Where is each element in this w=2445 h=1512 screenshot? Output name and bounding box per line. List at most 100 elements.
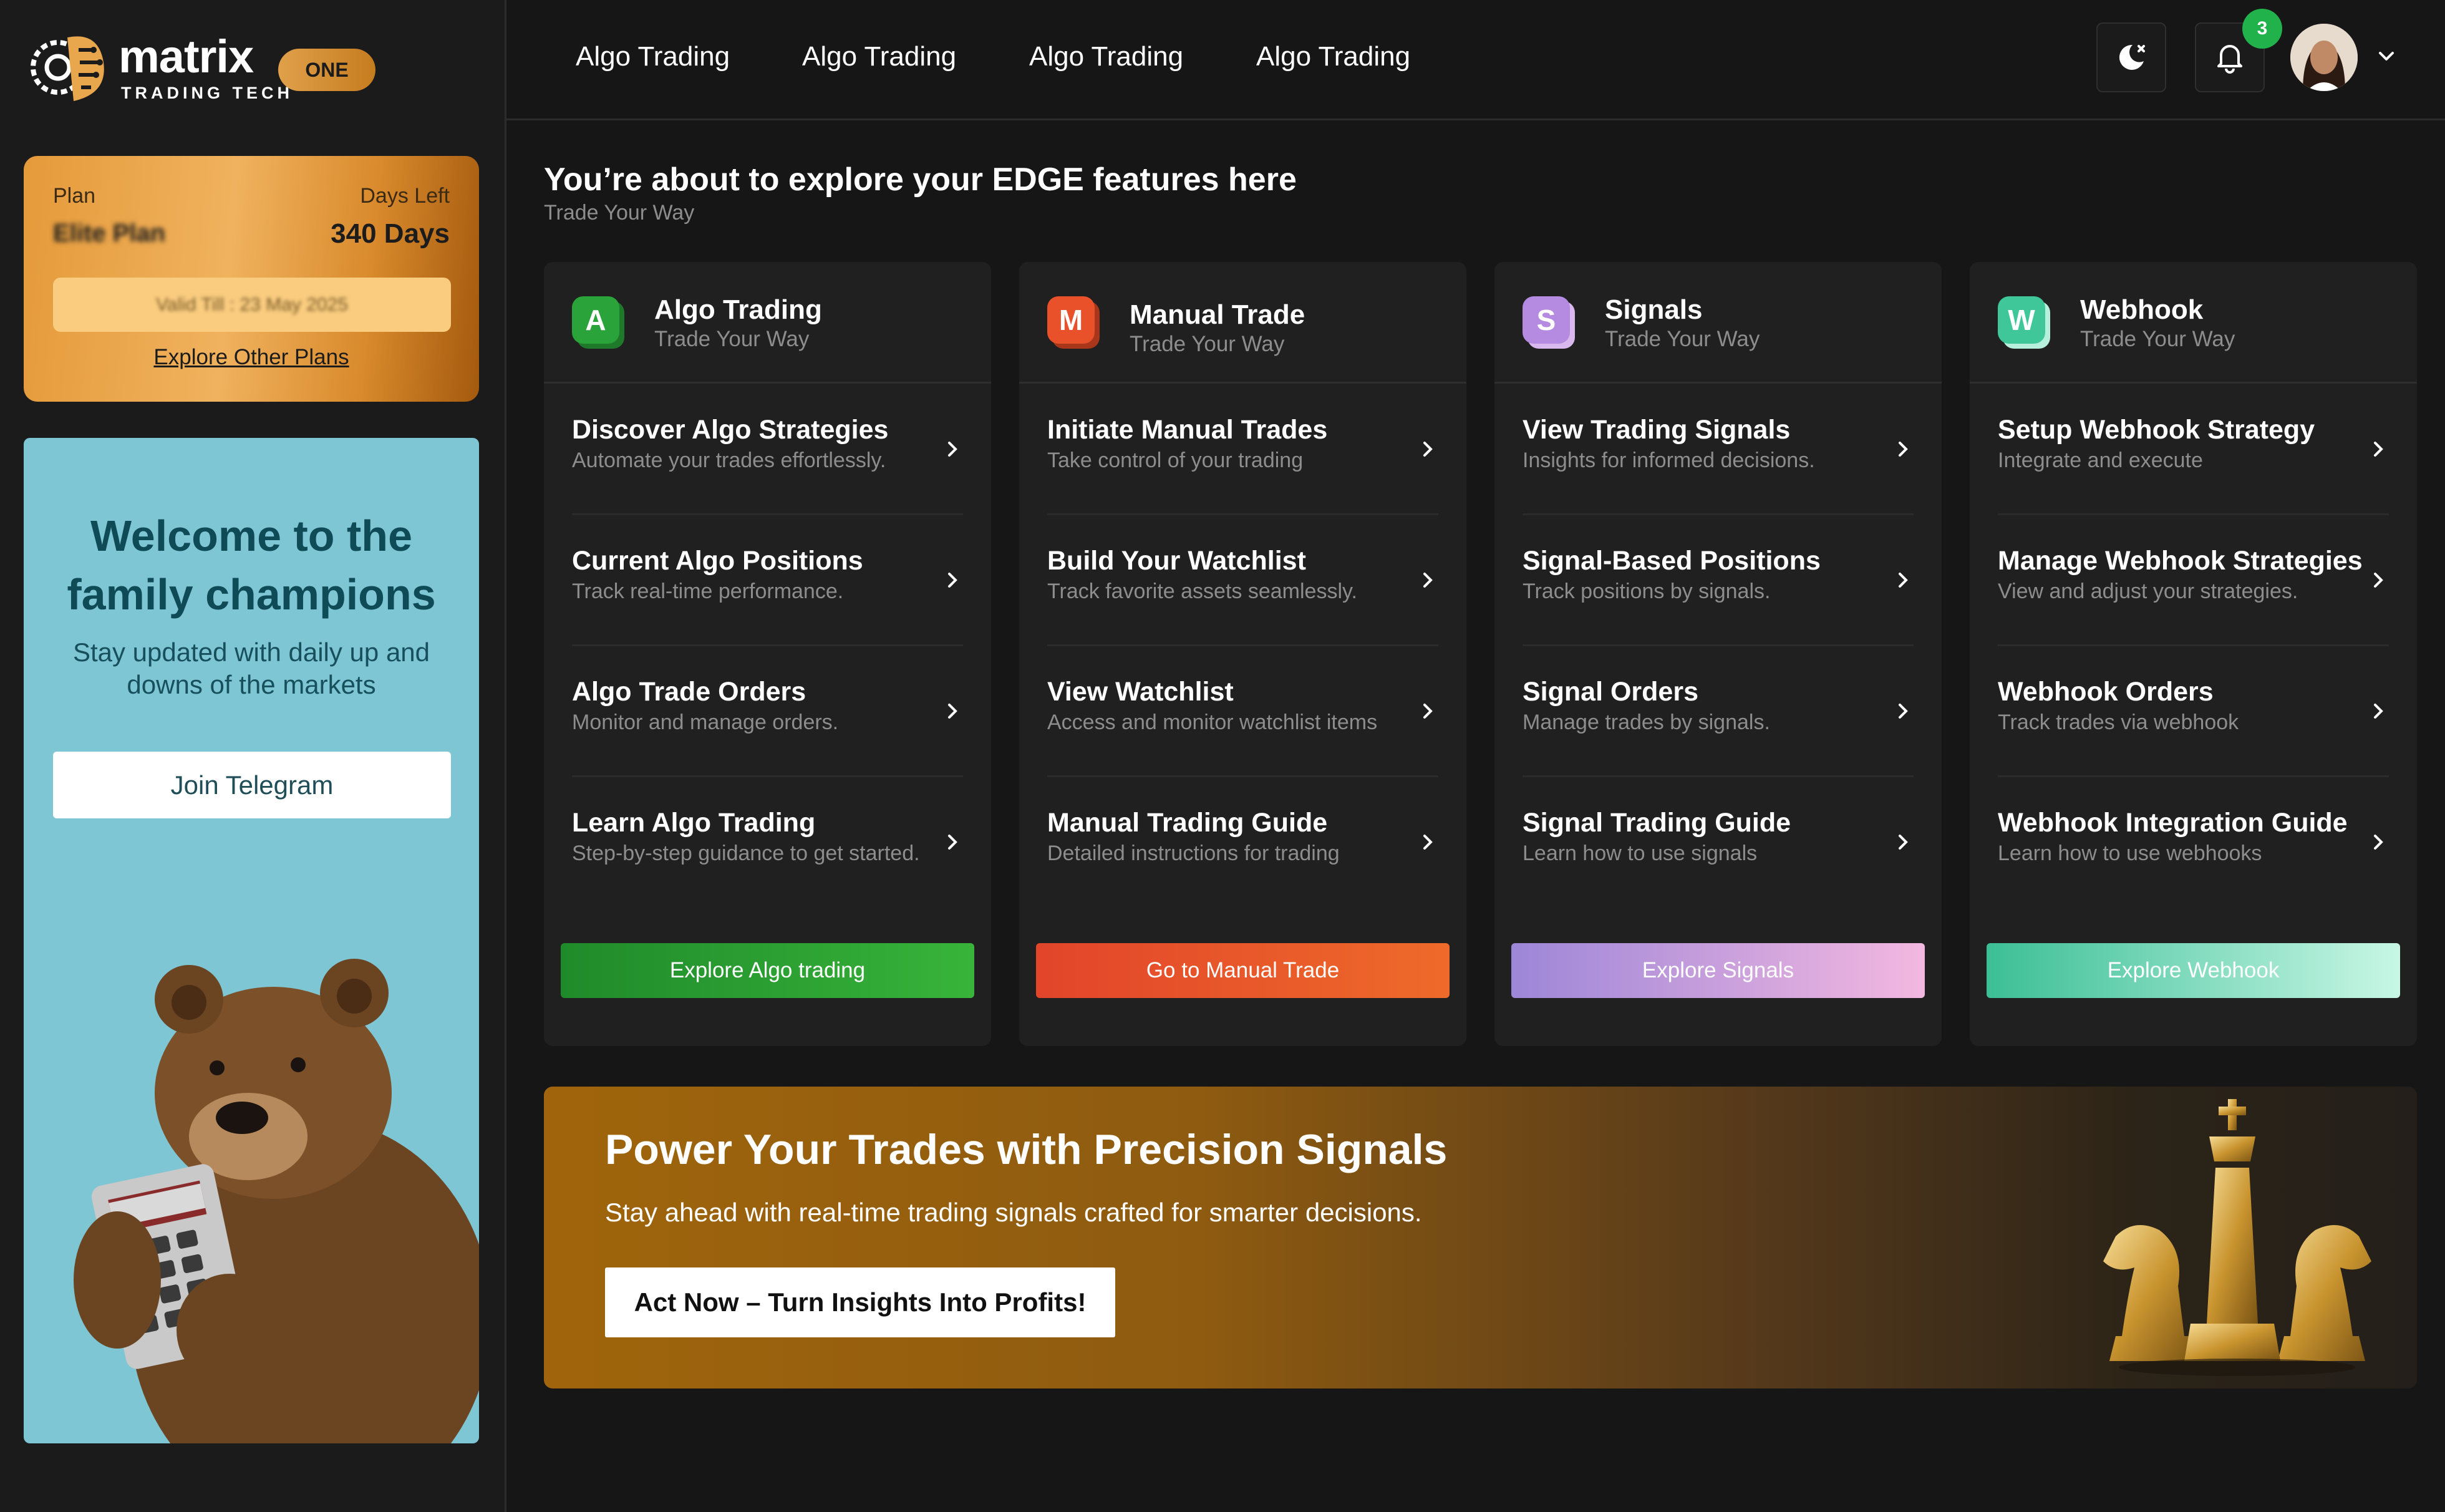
row-title: Manage Webhook Strategies — [1998, 546, 2363, 576]
page-subtitle: Trade Your Way — [544, 201, 695, 225]
brand-badge: ONE — [278, 49, 375, 91]
row-title: Discover Algo Strategies — [572, 415, 889, 445]
row-title: Learn Algo Trading — [572, 808, 816, 838]
svg-text:M: M — [1059, 304, 1083, 336]
row-title: Signal Trading Guide — [1523, 808, 1791, 838]
go-to-manual-trade-button[interactable]: Go to Manual Trade — [1036, 943, 1450, 998]
brand-logo[interactable]: matrix TRADING TECH ONE — [24, 25, 375, 109]
days-left-value: 340 Days — [331, 218, 450, 249]
join-telegram-button[interactable]: Join Telegram — [53, 752, 451, 818]
valid-till-text: Valid Till : 23 May 2025 — [156, 294, 348, 315]
chevron-right-icon — [2374, 573, 2383, 588]
nav-item-algo-trading-2[interactable]: Algo Trading — [802, 41, 956, 72]
row-subtitle: Monitor and manage orders. — [572, 710, 839, 734]
row-subtitle: Track trades via webhook — [1998, 710, 2239, 734]
feature-row-webhook-integration-guide[interactable]: Webhook Integration Guide Learn how to u… — [1998, 777, 2389, 906]
chevron-right-icon — [948, 704, 957, 719]
row-subtitle: Access and monitor watchlist items — [1047, 710, 1378, 734]
chess-pieces-illustration — [2103, 1099, 2371, 1376]
chevron-right-icon — [1423, 573, 1433, 588]
feature-row-algo-trade-orders[interactable]: Algo Trade Orders Monitor and manage ord… — [572, 646, 963, 777]
notification-count-badge: 3 — [2242, 9, 2282, 49]
plan-label: Plan — [53, 184, 96, 208]
row-subtitle: Step-by-step guidance to get started. — [572, 841, 920, 865]
theme-toggle-button[interactable] — [2096, 22, 2166, 92]
chevron-right-icon — [1899, 442, 1908, 457]
feature-row-learn-algo-trading[interactable]: Learn Algo Trading Step-by-step guidance… — [572, 777, 963, 906]
row-title: Current Algo Positions — [572, 546, 863, 576]
card-title: Algo Trading — [654, 294, 822, 325]
row-title: Manual Trading Guide — [1047, 808, 1328, 838]
feature-row-signal-trading-guide[interactable]: Signal Trading Guide Learn how to use si… — [1523, 777, 1914, 906]
card-header: M Manual Trade Trade Your Way — [1019, 262, 1466, 384]
precision-signals-banner: Power Your Trades with Precision Signals… — [544, 1087, 2417, 1388]
row-subtitle: Take control of your trading — [1047, 448, 1304, 472]
feature-row-current-algo-positions[interactable]: Current Algo Positions Track real-time p… — [572, 515, 963, 646]
moon-icon — [2119, 44, 2145, 70]
chevron-down-icon[interactable] — [2374, 44, 2399, 69]
feature-card-algo-trading: A Algo Trading Trade Your Way Discover A… — [544, 262, 991, 1046]
explore-other-plans-link[interactable]: Explore Other Plans — [24, 345, 479, 370]
chevron-right-icon — [948, 835, 957, 850]
chevron-right-icon — [2374, 442, 2383, 457]
card-header: A Algo Trading Trade Your Way — [544, 262, 991, 384]
feature-row-view-watchlist[interactable]: View Watchlist Access and monitor watchl… — [1047, 646, 1438, 777]
feature-row-webhook-orders[interactable]: Webhook Orders Track trades via webhook — [1998, 646, 2389, 777]
gear-brain-logo-icon — [31, 36, 104, 101]
chevron-right-icon — [948, 573, 957, 588]
feature-card-signals: S Signals Trade Your Way View Trading Si… — [1494, 262, 1942, 1046]
user-avatar-image — [2290, 24, 2358, 91]
brand-name: matrix — [119, 31, 254, 82]
feature-row-setup-webhook-strategy[interactable]: Setup Webhook Strategy Integrate and exe… — [1998, 384, 2389, 515]
feature-row-discover-algo-strategies[interactable]: Discover Algo Strategies Automate your t… — [572, 384, 963, 515]
brand-subtitle: TRADING TECH — [121, 84, 293, 102]
promo-title-line1: Welcome to the — [90, 511, 412, 560]
chevron-right-icon — [1899, 573, 1908, 588]
explore-webhook-button[interactable]: Explore Webhook — [1987, 943, 2400, 998]
row-title: Signal-Based Positions — [1523, 546, 1821, 576]
feature-row-initiate-manual-trades[interactable]: Initiate Manual Trades Take control of y… — [1047, 384, 1438, 515]
act-now-button[interactable]: Act Now – Turn Insights Into Profits! — [605, 1267, 1115, 1337]
row-title: Webhook Orders — [1998, 677, 2214, 707]
card-tagline: Trade Your Way — [2080, 327, 2235, 351]
explore-signals-button[interactable]: Explore Signals — [1511, 943, 1925, 998]
row-subtitle: Insights for informed decisions. — [1523, 448, 1815, 472]
row-subtitle: Track favorite assets seamlessly. — [1047, 579, 1357, 603]
nav-item-algo-trading-3[interactable]: Algo Trading — [1029, 41, 1183, 72]
card-title: Manual Trade — [1130, 299, 1305, 330]
row-subtitle: Track real-time performance. — [572, 579, 844, 603]
feature-row-signal-orders[interactable]: Signal Orders Manage trades by signals. — [1523, 646, 1914, 777]
banner-title: Power Your Trades with Precision Signals — [605, 1126, 1448, 1173]
card-title: Signals — [1605, 294, 1703, 325]
feature-row-manage-webhook-strategies[interactable]: Manage Webhook Strategies View and adjus… — [1998, 515, 2389, 646]
chevron-right-icon — [1423, 835, 1433, 850]
telegram-promo-card: Welcome to the family champions Stay upd… — [24, 438, 479, 1443]
card-header: W Webhook Trade Your Way — [1970, 262, 2417, 384]
svg-text:A: A — [585, 304, 606, 336]
row-subtitle: Detailed instructions for trading — [1047, 841, 1340, 865]
promo-subtitle: Stay updated with daily up and downs of … — [72, 637, 430, 699]
feature-row-signal-based-positions[interactable]: Signal-Based Positions Track positions b… — [1523, 515, 1914, 646]
page-title: You’re about to explore your EDGE featur… — [544, 162, 1297, 198]
feature-row-manual-trading-guide[interactable]: Manual Trading Guide Detailed instructio… — [1047, 777, 1438, 906]
feature-row-build-your-watchlist[interactable]: Build Your Watchlist Track favorite asse… — [1047, 515, 1438, 646]
manual-trade-icon: M — [1047, 296, 1100, 349]
feature-card-webhook: W Webhook Trade Your Way Setup Webhook S… — [1970, 262, 2417, 1046]
card-tagline: Trade Your Way — [1130, 332, 1285, 356]
nav-item-algo-trading-1[interactable]: Algo Trading — [576, 41, 730, 72]
card-header: S Signals Trade Your Way — [1494, 262, 1942, 384]
chevron-right-icon — [1899, 835, 1908, 850]
row-subtitle: Learn how to use signals — [1523, 841, 1758, 865]
chevron-right-icon — [2374, 704, 2383, 719]
row-subtitle: View and adjust your strategies. — [1998, 579, 2298, 603]
feature-row-view-trading-signals[interactable]: View Trading Signals Insights for inform… — [1523, 384, 1914, 515]
card-tagline: Trade Your Way — [654, 327, 810, 351]
row-title: Setup Webhook Strategy — [1998, 415, 2315, 445]
banner-subtitle: Stay ahead with real-time trading signal… — [605, 1198, 1422, 1227]
valid-till-box: Valid Till : 23 May 2025 — [53, 278, 451, 332]
plan-card: Plan Days Left Elite Plan 340 Days Valid… — [24, 156, 479, 402]
avatar[interactable] — [2290, 24, 2358, 91]
signals-icon: S — [1523, 296, 1575, 349]
nav-item-algo-trading-4[interactable]: Algo Trading — [1256, 41, 1410, 72]
explore-algo-trading-button[interactable]: Explore Algo trading — [561, 943, 974, 998]
